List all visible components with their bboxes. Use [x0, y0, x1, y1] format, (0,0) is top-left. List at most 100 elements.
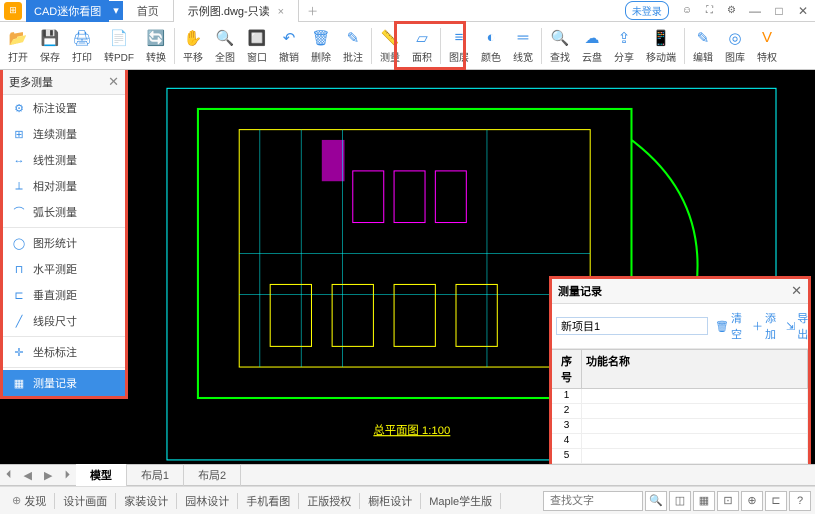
layout-tab-布局2[interactable]: 布局2: [184, 464, 241, 486]
table-row[interactable]: 4: [552, 434, 808, 449]
toolbar-测量[interactable]: 📏测量: [374, 26, 406, 66]
toolbar-分享[interactable]: ⇪分享: [608, 26, 640, 66]
颜色-icon: ◐: [481, 28, 501, 48]
toolbar-线宽[interactable]: ═线宽: [507, 26, 539, 66]
settings-icon[interactable]: ⚙: [720, 1, 743, 20]
status-tool-button[interactable]: ?: [789, 491, 811, 511]
toolbar-打开[interactable]: 📂打开: [2, 26, 34, 66]
side-item-测量记录[interactable]: ▦测量记录: [3, 370, 125, 396]
app-menu-dropdown[interactable]: ▾: [109, 1, 123, 20]
fullscreen-icon[interactable]: ⛶: [699, 1, 720, 20]
minimize-button[interactable]: —: [743, 4, 767, 18]
table-row[interactable]: 2: [552, 404, 808, 419]
side-item-连续测量[interactable]: ⊞连续测量: [3, 121, 125, 147]
col-name: 功能名称: [582, 350, 808, 388]
layout-tab-布局1[interactable]: 布局1: [127, 464, 184, 486]
status-link-橱柜设计[interactable]: 橱柜设计: [360, 493, 420, 509]
login-badge[interactable]: 未登录: [625, 1, 669, 20]
toolbar-编辑[interactable]: ✎编辑: [687, 26, 719, 66]
toolbar-批注[interactable]: ✎批注: [337, 26, 369, 66]
toolbar-移动端[interactable]: 📱移动端: [640, 26, 682, 66]
tab-nav-prev[interactable]: ◀: [18, 469, 38, 482]
maximize-button[interactable]: □: [767, 4, 791, 18]
查找-icon: 🔍: [550, 28, 570, 48]
table-row[interactable]: 3: [552, 419, 808, 434]
toolbar-删除[interactable]: 🗑删除: [305, 26, 337, 66]
side-item-水平测距[interactable]: ⊓水平测距: [3, 256, 125, 282]
layout-tab-模型[interactable]: 模型: [76, 464, 127, 486]
toolbar-保存[interactable]: 💾保存: [34, 26, 66, 66]
toolbar-平移[interactable]: ✋平移: [177, 26, 209, 66]
水平测距-icon: ⊓: [11, 263, 27, 276]
toolbar-转换[interactable]: 🔄转换: [140, 26, 172, 66]
side-item-标注设置[interactable]: ⚙标注设置: [3, 95, 125, 121]
toolbar-特权[interactable]: V特权: [751, 26, 783, 66]
status-tool-button[interactable]: ⊕: [741, 491, 763, 511]
plus-icon: ＋: [752, 318, 763, 334]
file-tab[interactable]: 首页: [123, 0, 174, 22]
相对测量-icon: ⟂: [11, 180, 27, 193]
side-item-弧长测量[interactable]: ⌒弧长测量: [3, 199, 125, 225]
measure-record-close[interactable]: ✕: [791, 283, 802, 299]
图形统计-icon: ◯: [11, 237, 27, 250]
toolbar-云盘[interactable]: ☁云盘: [576, 26, 608, 66]
file-tab[interactable]: 示例图.dwg-只读×: [174, 0, 299, 22]
status-tool-button[interactable]: ◫: [669, 491, 691, 511]
status-link-Maple学生版[interactable]: Maple学生版: [421, 493, 500, 509]
打开-icon: 📂: [8, 28, 28, 48]
toolbar-全图[interactable]: 🔍全图: [209, 26, 241, 66]
side-item-图形统计[interactable]: ◯图形统计: [3, 230, 125, 256]
status-link-正版授权[interactable]: 正版授权: [299, 493, 359, 509]
table-row[interactable]: 5: [552, 449, 808, 464]
云盘-icon: ☁: [582, 28, 602, 48]
side-item-垂直测距[interactable]: ⊏垂直测距: [3, 282, 125, 308]
标注设置-icon: ⚙: [11, 102, 27, 115]
status-link-家装设计[interactable]: 家装设计: [116, 493, 176, 509]
tab-nav-first[interactable]: ⏴: [0, 469, 18, 482]
side-panel-header: 更多测量 ✕: [3, 70, 125, 95]
toolbar-面积[interactable]: ▱面积: [406, 26, 438, 66]
status-tool-button[interactable]: ⊡: [717, 491, 739, 511]
测量记录-icon: ▦: [11, 377, 27, 390]
search-input[interactable]: [543, 491, 643, 511]
side-panel-more-measure: 更多测量 ✕ ⚙标注设置⊞连续测量↔线性测量⟂相对测量⌒弧长测量 ◯图形统计⊓水平…: [0, 70, 128, 399]
tab-add[interactable]: ＋: [299, 0, 326, 22]
toolbar-转PDF[interactable]: 📄转PDF: [98, 26, 140, 66]
project-name-input[interactable]: [556, 317, 708, 335]
side-item-线段尺寸[interactable]: ╱线段尺寸: [3, 308, 125, 334]
side-item-相对测量[interactable]: ⟂相对测量: [3, 173, 125, 199]
status-tool-button[interactable]: ⊏: [765, 491, 787, 511]
side-item-坐标标注[interactable]: ✛坐标标注: [3, 339, 125, 365]
tab-nav-next[interactable]: ▶: [38, 469, 58, 482]
toolbar-图库[interactable]: ◎图库: [719, 26, 751, 66]
窗口-icon: 🔲: [247, 28, 267, 48]
col-index: 序号: [552, 350, 582, 388]
export-icon: ⇲: [786, 320, 795, 333]
toolbar-打印[interactable]: 🖨打印: [66, 26, 98, 66]
side-panel-close[interactable]: ✕: [108, 74, 119, 90]
export-button[interactable]: ⇲导出: [783, 308, 811, 344]
status-tool-button[interactable]: 🔍: [645, 491, 667, 511]
side-item-线性测量[interactable]: ↔线性测量: [3, 147, 125, 173]
toolbar-撤销[interactable]: ↶撤销: [273, 26, 305, 66]
toolbar-颜色[interactable]: ◐颜色: [475, 26, 507, 66]
tab-close-icon[interactable]: ×: [278, 6, 284, 18]
app-name: CAD迷你看图: [26, 0, 109, 22]
close-button[interactable]: ✕: [791, 4, 815, 18]
转PDF-icon: 📄: [109, 28, 129, 48]
clear-button[interactable]: 🗑清空: [712, 308, 745, 344]
status-link-发现[interactable]: ⊕发现: [4, 493, 54, 509]
toolbar-图层[interactable]: ≡图层: [443, 26, 475, 66]
status-tool-button[interactable]: ▦: [693, 491, 715, 511]
status-link-园林设计[interactable]: 园林设计: [177, 493, 237, 509]
tab-nav-last[interactable]: ⏵: [58, 469, 76, 482]
线段尺寸-icon: ╱: [11, 315, 27, 328]
status-link-设计画面[interactable]: 设计画面: [55, 493, 115, 509]
add-button[interactable]: ＋添加: [749, 308, 779, 344]
status-link-手机看图[interactable]: 手机看图: [238, 493, 298, 509]
转换-icon: 🔄: [146, 28, 166, 48]
toolbar-查找[interactable]: 🔍查找: [544, 26, 576, 66]
toolbar-窗口[interactable]: 🔲窗口: [241, 26, 273, 66]
feedback-icon[interactable]: ☺: [675, 1, 699, 20]
table-row[interactable]: 1: [552, 389, 808, 404]
